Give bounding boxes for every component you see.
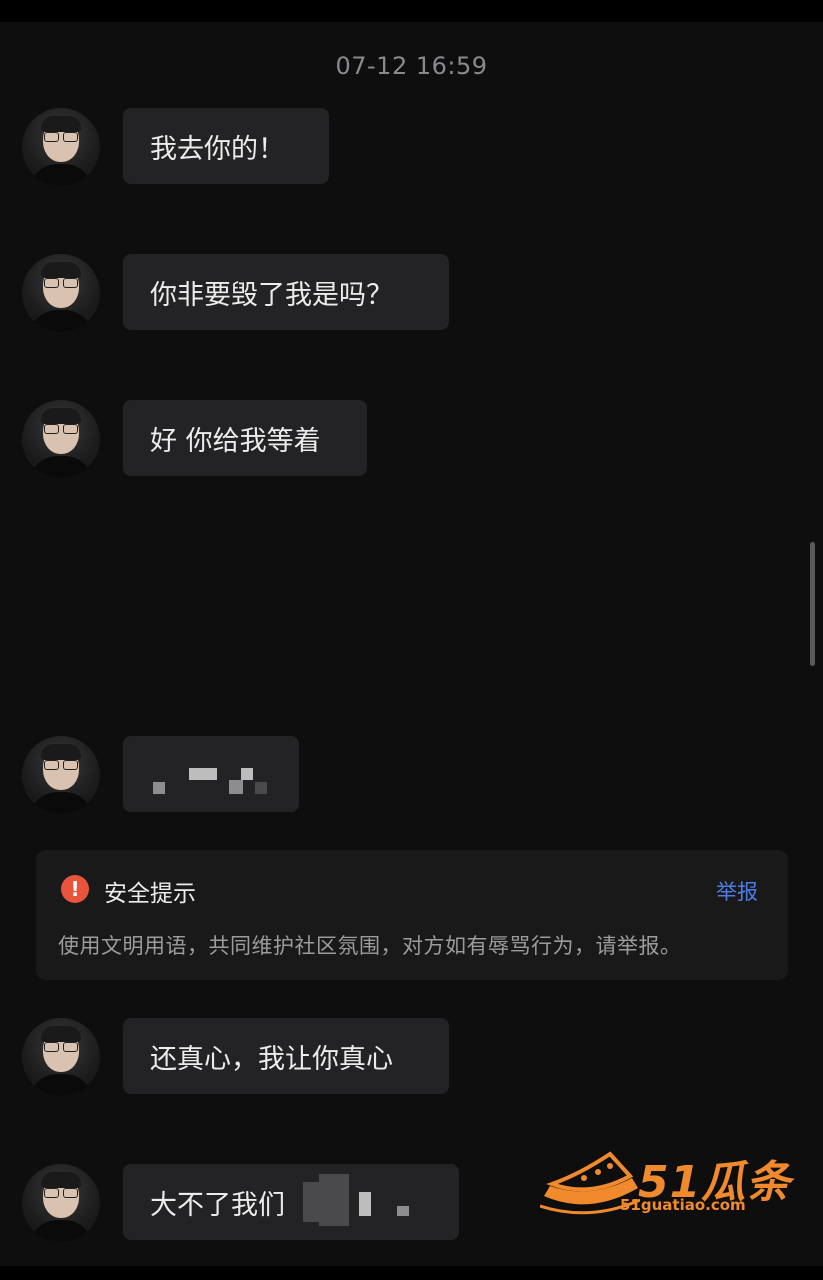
message-bubble[interactable]: 大不了我们 (123, 1164, 459, 1240)
censor-mosaic (397, 1206, 409, 1216)
message-text: 你非要毁了我是吗？ (150, 279, 393, 311)
censor-mosaic (319, 1174, 349, 1226)
safety-notice-title: 安全提示 (104, 881, 196, 907)
message-text: 还真心，我让你真心 (150, 1043, 393, 1075)
sender-avatar[interactable] (22, 108, 100, 186)
message-bubble[interactable]: 你非要毁了我是吗？ (123, 254, 449, 330)
censored-message-bubble[interactable] (123, 736, 299, 812)
sender-avatar[interactable] (22, 1164, 100, 1242)
report-link[interactable]: 举报 (716, 876, 758, 906)
censor-mosaic (255, 782, 267, 794)
safety-notice: ! 安全提示 举报 使用文明用语，共同维护社区氛围，对方如有辱骂行为，请举报。 (36, 850, 788, 980)
exclamation-icon: ! (61, 875, 89, 903)
censor-mosaic (241, 768, 253, 780)
watermark: 51瓜条 51guatiao.com (540, 1140, 800, 1220)
safety-notice-text: 使用文明用语，共同维护社区氛围，对方如有辱骂行为，请举报。 (58, 934, 682, 958)
message-bubble[interactable]: 好 你给我等着 (123, 400, 367, 476)
sender-avatar[interactable] (22, 736, 100, 814)
chat-screen: 07-12 16:59 我去你的！ 你非要毁了我是吗？ 好 你给我等着 ! 安全… (0, 22, 823, 1266)
message-text: 大不了我们 (150, 1189, 285, 1221)
watermark-url: 51guatiao.com (620, 1196, 746, 1214)
message-text: 我去你的！ (150, 133, 285, 165)
message-text: 好 你给我等着 (150, 425, 321, 457)
message-bubble[interactable]: 我去你的！ (123, 108, 329, 184)
censor-mosaic (229, 780, 243, 794)
message-bubble[interactable]: 还真心，我让你真心 (123, 1018, 449, 1094)
censor-mosaic (153, 782, 165, 794)
sender-avatar[interactable] (22, 1018, 100, 1096)
message-timestamp: 07-12 16:59 (335, 52, 488, 80)
censor-mosaic (189, 768, 217, 780)
scrollbar[interactable] (810, 542, 815, 666)
censor-mosaic (303, 1182, 319, 1222)
sender-avatar[interactable] (22, 254, 100, 332)
censor-mosaic (359, 1192, 371, 1216)
sender-avatar[interactable] (22, 400, 100, 478)
